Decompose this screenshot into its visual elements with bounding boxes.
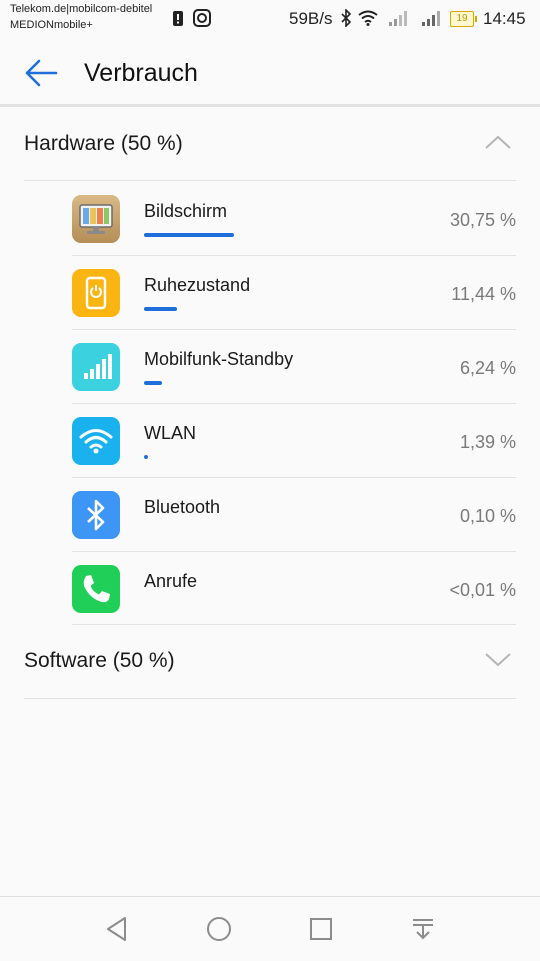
usage-item-name: Bildschirm	[144, 201, 228, 221]
clock: 14:45	[483, 9, 526, 28]
app-notification-icon	[193, 9, 211, 27]
notifications-nav-icon[interactable]	[407, 913, 439, 945]
usage-row-mobilfunk-standby[interactable]: Mobilfunk-Standby 6,24 %	[72, 329, 516, 403]
cell-signal-icon	[72, 343, 120, 391]
usage-item-name: Anrufe	[144, 571, 198, 591]
phone-icon	[72, 565, 120, 613]
usage-row-wlan[interactable]: WLAN 1,39 %	[72, 403, 516, 477]
navigation-bar	[0, 896, 540, 961]
standby-icon	[72, 269, 120, 317]
software-section-header[interactable]: Software (50 %)	[24, 627, 516, 699]
usage-percent: 6,24 %	[459, 358, 516, 378]
usage-percent: 30,75 %	[449, 210, 516, 230]
bluetooth-icon	[341, 9, 352, 27]
usage-row-bildschirm[interactable]: Bildschirm 30,75 %	[72, 181, 516, 255]
display-icon	[72, 195, 120, 243]
usage-row-anrufe[interactable]: Anrufe <0,01 %	[72, 551, 516, 625]
usage-percent: <0,01 %	[449, 580, 516, 600]
hardware-section-label: Hardware (50 %)	[24, 132, 183, 155]
recents-nav-icon[interactable]	[305, 913, 337, 945]
carrier-name-secondary: MEDIONmobile+	[10, 19, 93, 31]
wifi-icon	[358, 10, 378, 26]
bluetooth-icon	[72, 491, 120, 539]
divider	[24, 698, 516, 699]
usage-bar	[144, 307, 177, 311]
divider	[0, 104, 540, 107]
back-arrow-icon[interactable]	[24, 58, 58, 88]
chevron-up-icon	[485, 135, 511, 149]
usage-item-name: Ruhezustand	[144, 275, 251, 295]
usage-bar	[144, 455, 148, 459]
signal-icon	[389, 11, 407, 26]
usage-percent: 1,39 %	[459, 432, 516, 452]
battery-icon: 19	[450, 11, 477, 27]
usage-bar	[144, 233, 234, 237]
usage-item-name: Mobilfunk-Standby	[144, 349, 294, 369]
usage-bar	[144, 381, 162, 385]
usage-item-name: WLAN	[144, 423, 197, 443]
carrier-name: Telekom.de|mobilcom-debitel	[10, 3, 153, 15]
alert-icon	[173, 11, 183, 26]
signal-icon	[422, 11, 440, 26]
back-nav-icon[interactable]	[102, 913, 134, 945]
usage-item-name: Bluetooth	[144, 497, 221, 517]
divider	[72, 624, 516, 625]
network-speed: 59B/s	[289, 9, 333, 28]
chevron-down-icon	[485, 653, 511, 667]
usage-percent: 11,44 %	[451, 284, 516, 304]
software-section-label: Software (50 %)	[24, 649, 175, 672]
page-title: Verbrauch	[84, 59, 198, 87]
wifi-icon	[72, 417, 120, 465]
hardware-section-header[interactable]: Hardware (50 %)	[24, 110, 516, 182]
usage-row-bluetooth[interactable]: Bluetooth 0,10 %	[72, 477, 516, 551]
status-bar: Telekom.de|mobilcom-debitel MEDIONmobile…	[0, 0, 540, 38]
usage-percent: 0,10 %	[459, 506, 516, 526]
usage-row-ruhezustand[interactable]: Ruhezustand 11,44 %	[72, 255, 516, 329]
home-nav-icon[interactable]	[203, 913, 235, 945]
app-bar: Verbrauch	[0, 38, 540, 106]
